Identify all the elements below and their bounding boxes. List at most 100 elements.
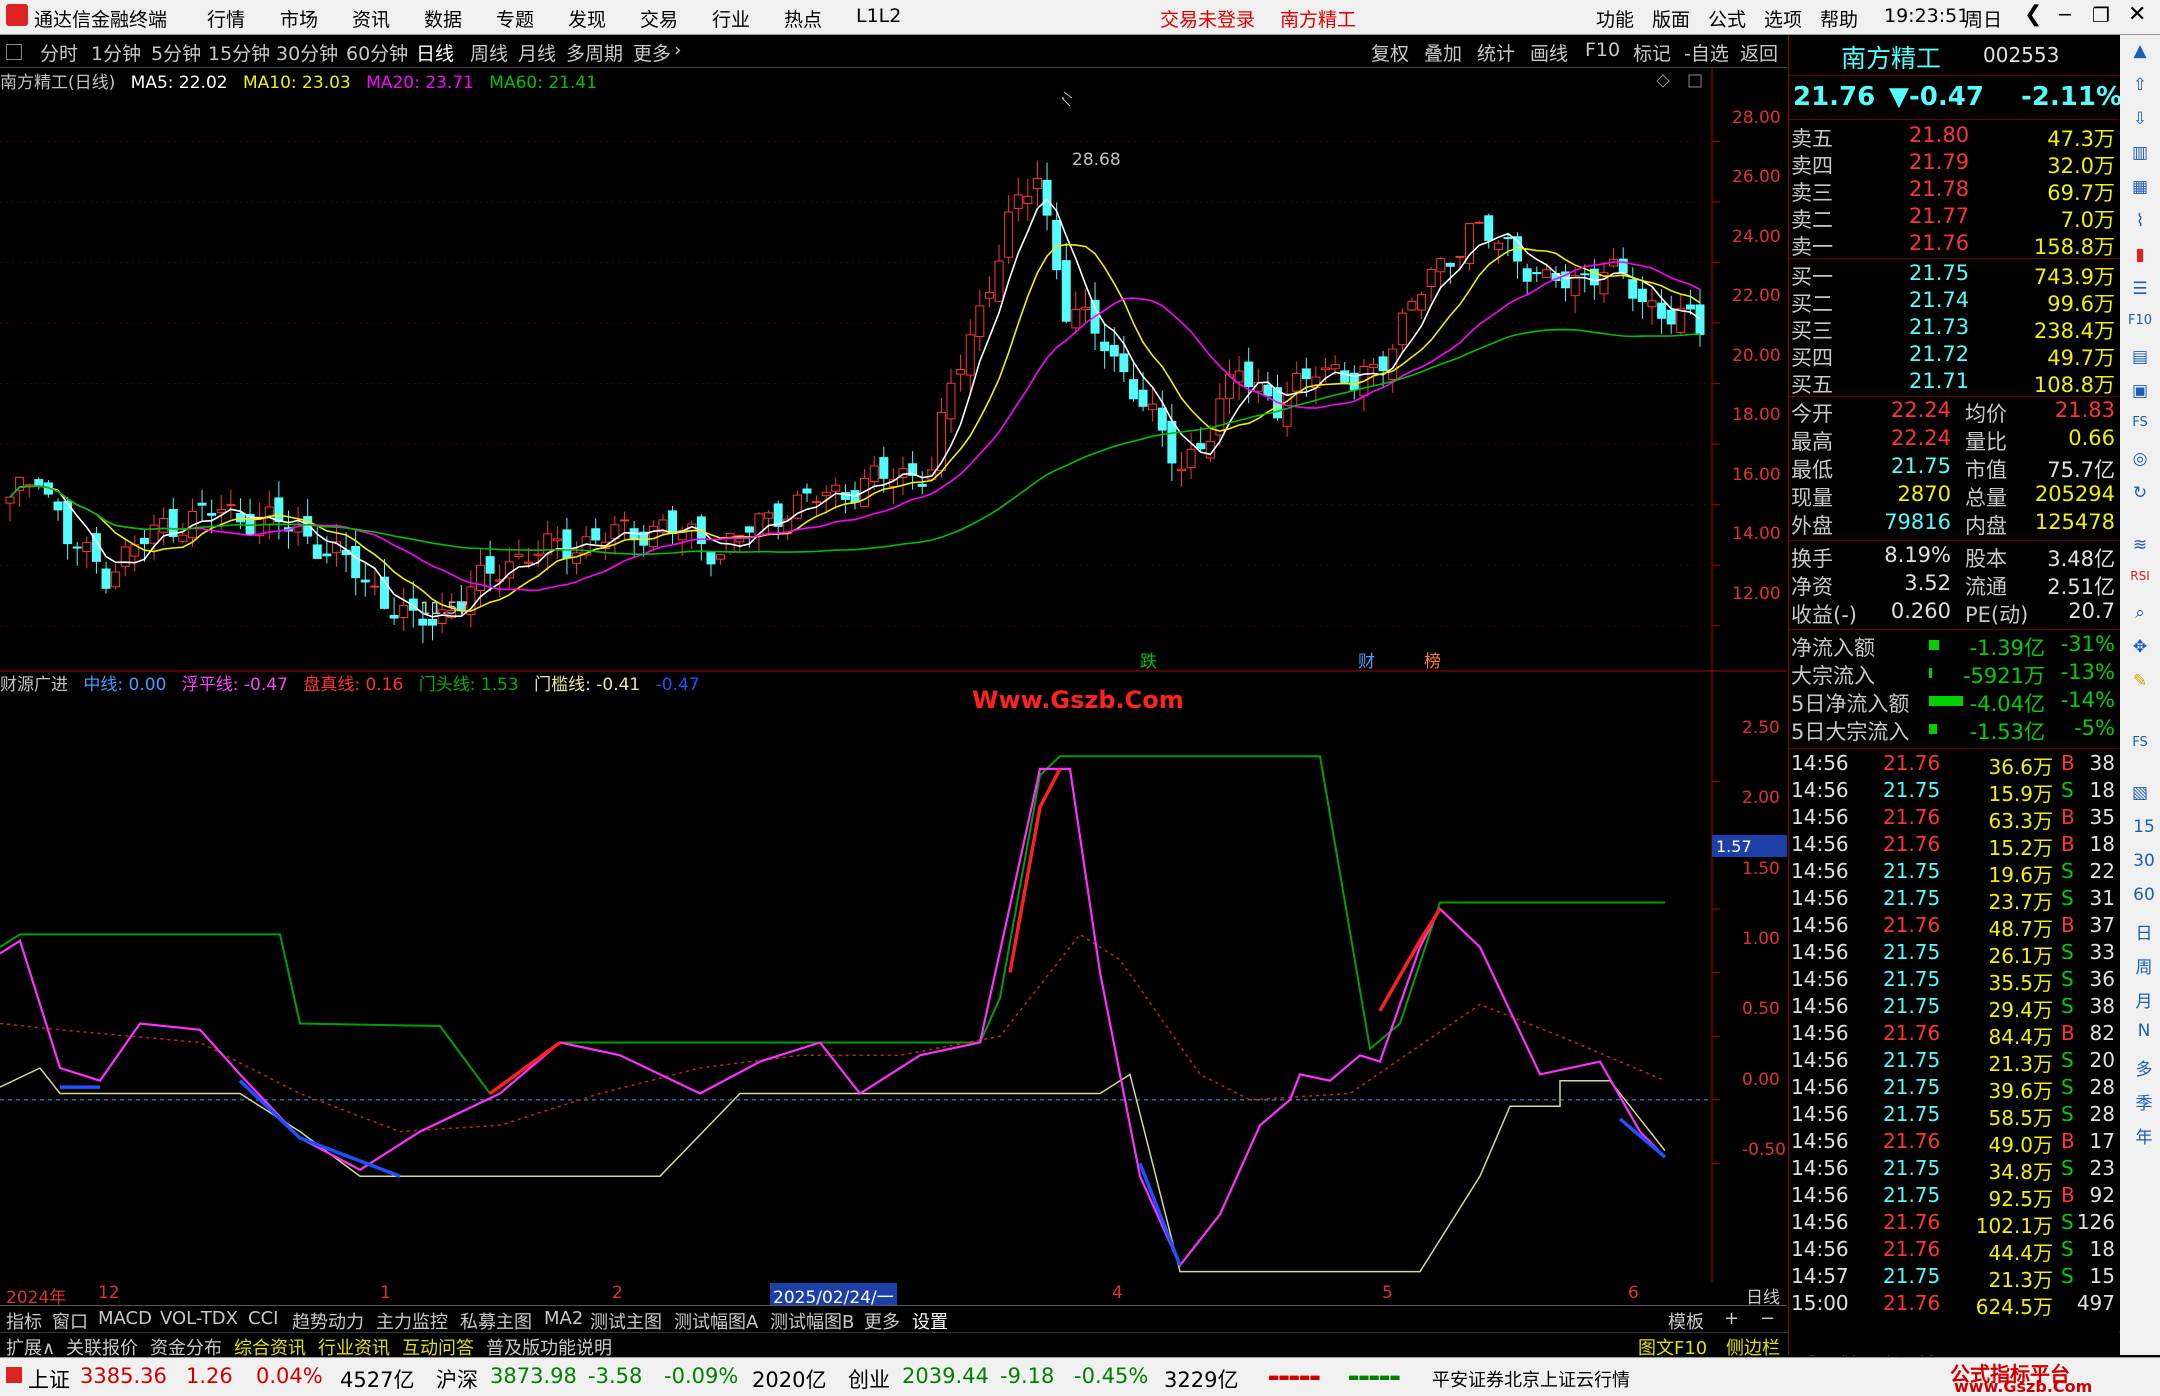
tab-settings[interactable]: 设置 xyxy=(912,1308,948,1334)
period-15min[interactable]: 15分钟 xyxy=(208,39,270,66)
tab-chuangkou[interactable]: 窗口 xyxy=(52,1308,88,1334)
period-60min[interactable]: 60分钟 xyxy=(346,39,408,66)
sh-label[interactable]: 上证 xyxy=(28,1364,70,1394)
tab-cci[interactable]: CCI xyxy=(248,1308,278,1329)
tab-vol-tdx[interactable]: VOL-TDX xyxy=(160,1308,238,1329)
menu-banmian[interactable]: 版面 xyxy=(1652,5,1690,32)
indicator-name[interactable]: 财源广进 xyxy=(0,675,68,695)
tool-diejia[interactable]: 叠加 xyxy=(1424,39,1462,66)
menu-hangye[interactable]: 行业 xyxy=(712,5,750,32)
chart-zoom-controls[interactable] xyxy=(1656,74,1702,88)
sidebar-fs2-icon[interactable]: FS xyxy=(2124,735,2156,765)
tab-add[interactable]: + xyxy=(1724,1308,1739,1329)
menu-l1l2[interactable]: L1L2 xyxy=(856,5,901,27)
period-1min[interactable]: 1分钟 xyxy=(91,39,141,66)
tab-macd[interactable]: MACD xyxy=(98,1308,152,1329)
period-more[interactable]: 更多 xyxy=(633,39,671,66)
tab-more[interactable]: 更多 xyxy=(864,1308,900,1334)
sidebar-wave-icon[interactable]: ≋ xyxy=(2124,535,2156,565)
period-multi[interactable]: 多周期 xyxy=(566,39,623,66)
server-name[interactable]: 平安证券北京上证云行情 xyxy=(1432,1366,1630,1392)
tab-ma2[interactable]: MA2 xyxy=(544,1308,583,1329)
period-fenshi[interactable]: 分时 xyxy=(40,39,78,66)
sidebar-page-up-icon[interactable]: ⇧ xyxy=(2124,75,2156,105)
period-monthly[interactable]: 月线 xyxy=(518,39,556,66)
sidebar-period-8[interactable]: 季 xyxy=(2128,1089,2160,1119)
sidebar-period-3[interactable]: 日 xyxy=(2128,919,2160,949)
tick-price: 21.75 xyxy=(1883,1156,1941,1180)
sidebar-period-9[interactable]: 年 xyxy=(2128,1123,2160,1153)
sidebar-fs-icon[interactable]: FS xyxy=(2124,415,2156,445)
sidebar-cycle-icon[interactable]: ↻ xyxy=(2124,483,2156,513)
menu-zixun[interactable]: 资讯 xyxy=(352,5,390,32)
sidebar-trend-icon[interactable]: ⌇ xyxy=(2124,211,2156,241)
sidebar-grid-icon[interactable]: ▦ xyxy=(2124,177,2156,207)
tab-qushi[interactable]: 趋势动力 xyxy=(292,1308,364,1334)
period-weekly[interactable]: 周线 xyxy=(470,39,508,66)
sidebar-period-1[interactable]: 30 xyxy=(2128,851,2160,881)
sidebar-kline-icon[interactable]: ▮ xyxy=(2124,245,2156,275)
trade-login-status[interactable]: 交易未登录 xyxy=(1160,5,1255,32)
menu-redian[interactable]: 热点 xyxy=(784,5,822,32)
tab-ceshi-main[interactable]: 测试主图 xyxy=(590,1308,662,1334)
event-marker-die[interactable]: 跌 xyxy=(1140,652,1157,672)
sidebar-pen-icon[interactable]: ✎ xyxy=(2124,671,2156,701)
tab-ceshi-b[interactable]: 测试幅图B xyxy=(770,1308,854,1334)
tab-zhuli[interactable]: 主力监控 xyxy=(376,1308,448,1334)
sidebar-period-0[interactable]: 15 xyxy=(2128,817,2160,847)
tool-f10[interactable]: F10 xyxy=(1585,39,1620,61)
sidebar-f10-icon[interactable]: F10 xyxy=(2124,313,2156,343)
menu-shichang[interactable]: 市场 xyxy=(280,5,318,32)
tick-count: 36 xyxy=(2089,967,2115,991)
hs-label[interactable]: 沪深 xyxy=(436,1364,478,1394)
sidebar-chart-icon[interactable]: ▥ xyxy=(2124,143,2156,173)
sidebar-period-4[interactable]: 周 xyxy=(2128,953,2160,983)
minimize-icon[interactable]: ‒ xyxy=(2058,2,2072,27)
tool-huaxian[interactable]: 画线 xyxy=(1530,39,1568,66)
menu-jiaoyi[interactable]: 交易 xyxy=(640,5,678,32)
menu-bangzhu[interactable]: 帮助 xyxy=(1820,5,1858,32)
sidebar-rsi-icon[interactable]: RSI xyxy=(2124,569,2156,599)
tab-remove[interactable]: − xyxy=(1760,1308,1775,1329)
menu-zhuanti[interactable]: 专题 xyxy=(496,5,534,32)
sidebar-search-icon[interactable]: ⌕ xyxy=(2124,603,2156,633)
event-marker-cai[interactable]: 财 xyxy=(1358,652,1375,672)
event-marker-bang[interactable]: 榜 xyxy=(1424,652,1441,672)
menu-gongneng[interactable]: 功能 xyxy=(1596,5,1634,32)
tab-zhibiao[interactable]: 指标 xyxy=(6,1308,42,1334)
sidebar-period-6[interactable]: N xyxy=(2128,1021,2160,1051)
menu-shuju[interactable]: 数据 xyxy=(424,5,462,32)
sidebar-doc-icon[interactable]: ▣ xyxy=(2124,381,2156,411)
tab-simu[interactable]: 私募主图 xyxy=(460,1308,532,1334)
panel-toggle-icon[interactable] xyxy=(6,44,22,60)
menu-xuanxiang[interactable]: 选项 xyxy=(1764,5,1802,32)
sidebar-page-down-icon[interactable]: ⇩ xyxy=(2124,109,2156,139)
tool-zixuan[interactable]: -自选 xyxy=(1684,39,1729,66)
sidebar-table-icon[interactable]: ▤ xyxy=(2124,347,2156,377)
sidebar-period-2[interactable]: 60 xyxy=(2128,885,2160,915)
sidebar-period-5[interactable]: 月 xyxy=(2128,987,2160,1017)
chevron-right-icon[interactable]: › xyxy=(674,39,682,61)
sidebar-round-icon[interactable]: ◎ xyxy=(2124,449,2156,479)
tab-template[interactable]: 模板 xyxy=(1668,1308,1704,1334)
sidebar-period-icon[interactable]: ▧ xyxy=(2124,783,2156,813)
menu-gongshi[interactable]: 公式 xyxy=(1708,5,1746,32)
back-arrow-icon[interactable]: ❮ xyxy=(2024,2,2042,27)
tool-biaoji[interactable]: 标记 xyxy=(1633,39,1671,66)
tab-ceshi-a[interactable]: 测试幅图A xyxy=(674,1308,758,1334)
tool-fanhui[interactable]: 返回 xyxy=(1740,39,1778,66)
tool-fuquan[interactable]: 复权 xyxy=(1371,39,1409,66)
sidebar-list-icon[interactable]: ☰ xyxy=(2124,279,2156,309)
cy-label[interactable]: 创业 xyxy=(848,1364,890,1394)
tool-tongji[interactable]: 统计 xyxy=(1477,39,1515,66)
menu-hangqing[interactable]: 行情 xyxy=(207,5,245,32)
sidebar-period-7[interactable]: 多 xyxy=(2128,1055,2160,1085)
period-30min[interactable]: 30分钟 xyxy=(276,39,338,66)
period-5min[interactable]: 5分钟 xyxy=(151,39,201,66)
sidebar-move-icon[interactable]: ✥ xyxy=(2124,637,2156,667)
period-daily[interactable]: 日线 xyxy=(416,39,454,66)
close-icon[interactable]: ✕ xyxy=(2128,2,2146,27)
menu-faxian[interactable]: 发现 xyxy=(568,5,606,32)
candle-body xyxy=(1032,177,1042,189)
restore-icon[interactable]: ❐ xyxy=(2092,3,2110,27)
